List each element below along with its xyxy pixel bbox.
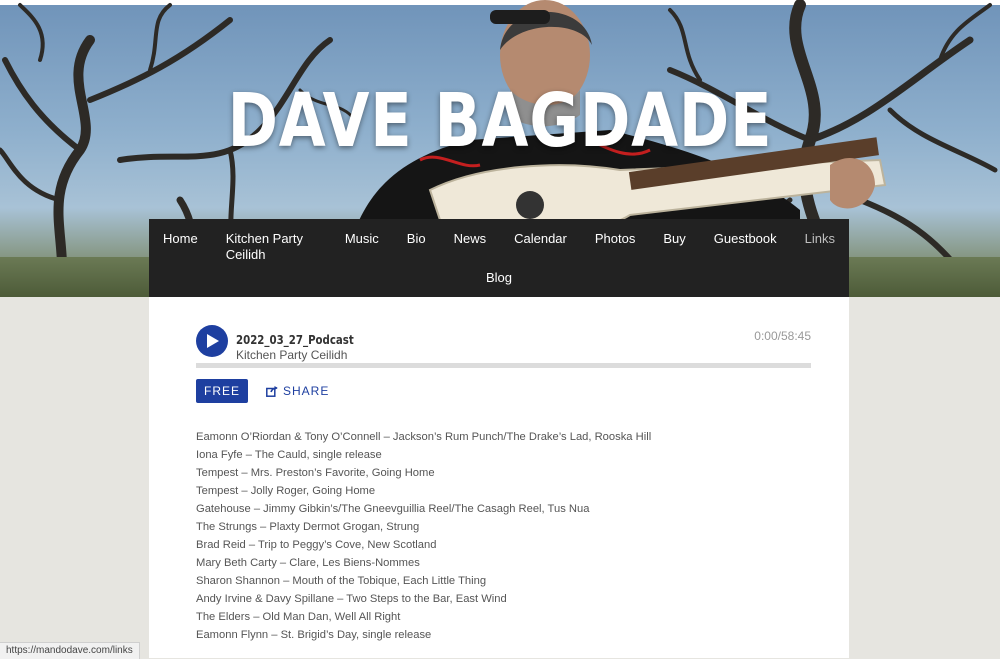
track-list-item: Andy Irvine & Davy Spillane – Two Steps … (196, 593, 507, 605)
nav-row-primary: Home Kitchen Party Ceilidh Music Bio New… (149, 231, 849, 263)
play-icon (207, 334, 219, 348)
nav-item-calendar[interactable]: Calendar (500, 231, 581, 263)
podcast-player: 2022_03_27_Podcast Kitchen Party Ceilidh… (196, 325, 811, 375)
nav-item-buy[interactable]: Buy (649, 231, 699, 263)
track-list: Eamonn O’Riordan & Tony O’Connell – Jack… (196, 428, 811, 644)
free-button[interactable]: FREE (196, 379, 248, 403)
nav-item-home[interactable]: Home (149, 231, 212, 263)
track-title: 2022_03_27_Podcast (236, 333, 354, 347)
track-list-item: Brad Reid – Trip to Peggy’s Cove, New Sc… (196, 539, 437, 551)
status-bar-url: https://mandodave.com/links (0, 642, 140, 659)
main-content: 2022_03_27_Podcast Kitchen Party Ceilidh… (149, 297, 849, 658)
progress-bar[interactable] (196, 363, 811, 368)
nav-item-blog[interactable]: Blog (472, 270, 526, 286)
share-icon (266, 385, 278, 397)
track-list-item: Iona Fyfe – The Cauld, single release (196, 449, 382, 461)
share-button[interactable]: SHARE (266, 384, 329, 398)
track-time: 0:00/58:45 (754, 329, 811, 343)
track-list-item: Eamonn O’Riordan & Tony O’Connell – Jack… (196, 431, 652, 443)
share-label: SHARE (283, 384, 330, 398)
site-title: DAVE BAGDADE (227, 78, 773, 164)
nav-item-music[interactable]: Music (331, 231, 393, 263)
play-button[interactable] (196, 325, 228, 357)
nav-item-links[interactable]: Links (791, 231, 849, 263)
track-list-item: Tempest – Jolly Roger, Going Home (196, 485, 376, 497)
track-subtitle: Kitchen Party Ceilidh (236, 348, 348, 362)
track-list-item: Mary Beth Carty – Clare, Les Biens-Nomme… (196, 557, 420, 569)
track-list-item: Sharon Shannon – Mouth of the Tobique, E… (196, 575, 487, 587)
nav-item-kitchen-party-ceilidh[interactable]: Kitchen Party Ceilidh (212, 231, 331, 263)
nav-item-bio[interactable]: Bio (393, 231, 440, 263)
nav-item-news[interactable]: News (440, 231, 501, 263)
track-list-item: Gatehouse – Jimmy Gibkin’s/The Gneevguil… (196, 503, 590, 515)
nav-item-guestbook[interactable]: Guestbook (700, 231, 791, 263)
track-list-item: The Strungs – Plaxty Dermot Grogan, Stru… (196, 521, 420, 533)
nav-item-photos[interactable]: Photos (581, 231, 649, 263)
track-list-item: Eamonn Flynn – St. Brigid’s Day, single … (196, 629, 432, 641)
track-list-item: The Elders – Old Man Dan, Well All Right (196, 611, 401, 623)
nav-row-secondary: Blog (149, 270, 849, 286)
track-list-item: Tempest – Mrs. Preston’s Favorite, Going… (196, 467, 435, 479)
main-nav: Home Kitchen Party Ceilidh Music Bio New… (149, 219, 849, 297)
